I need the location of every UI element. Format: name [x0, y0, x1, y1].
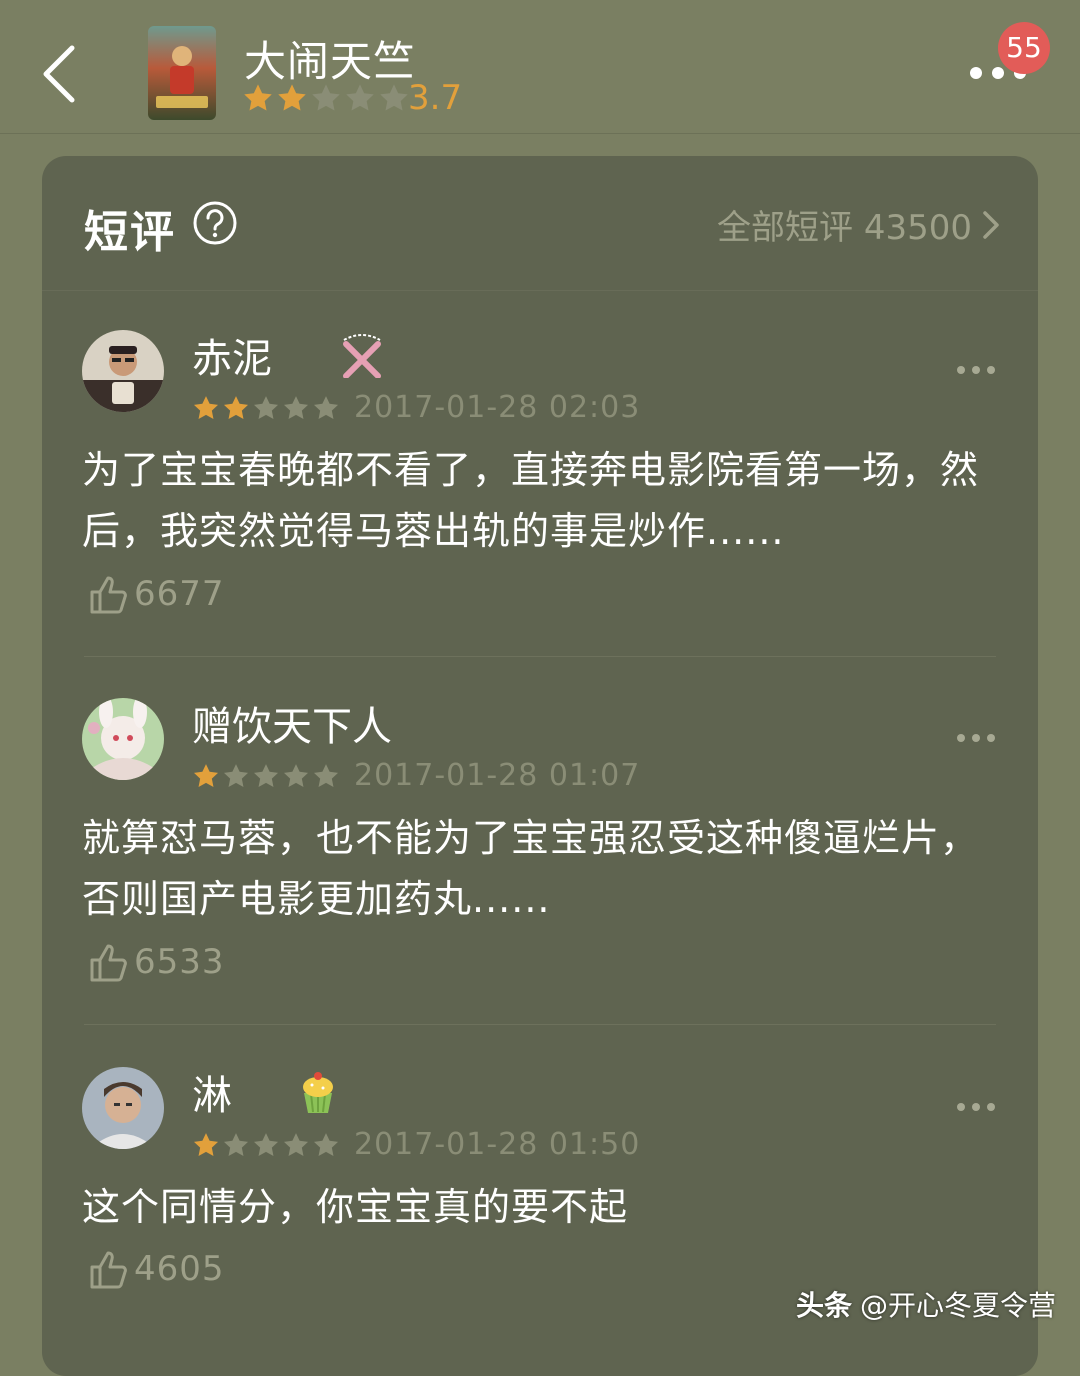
review-text: 为了宝宝春晚都不看了，直接奔电影院看第一场，然后，我突然觉得马蓉出轨的事是炒作.… — [82, 448, 980, 553]
star-empty-icon — [223, 763, 249, 787]
movie-score: 3.7 — [408, 78, 463, 118]
review-username[interactable]: 赠饮天下人 — [192, 694, 392, 752]
cupcake-icon — [294, 1067, 342, 1115]
review-more-button[interactable] — [954, 360, 998, 380]
avatar[interactable] — [82, 698, 164, 780]
review-text: 这个同情分，你宝宝真的要不起 — [82, 1185, 629, 1229]
all-reviews-link[interactable]: 全部短评 43500 — [717, 200, 1002, 249]
review-rating-stars — [192, 394, 340, 422]
review-rating-stars — [192, 762, 340, 790]
watermark-handle: @开心冬夏令营 — [859, 1289, 1056, 1322]
review-date: 2017-01-28 02:03 — [354, 390, 641, 425]
star-empty-icon — [380, 84, 408, 111]
movie-poster[interactable] — [148, 26, 216, 120]
like-count: 4605 — [134, 1249, 225, 1289]
star-empty-icon — [346, 84, 374, 111]
chevron-right-icon — [983, 210, 999, 239]
star-filled-icon — [193, 763, 219, 787]
review-meta: 2017-01-28 02:03 — [192, 390, 640, 425]
thumbs-up-icon — [90, 1251, 127, 1289]
star-empty-icon — [313, 1132, 339, 1156]
star-empty-icon — [253, 1132, 279, 1156]
top-bar: 大闹天竺 3.7 55 — [0, 0, 1080, 134]
review-more-button[interactable] — [954, 1097, 998, 1117]
chevron-left-icon — [43, 45, 75, 103]
like-count: 6533 — [134, 942, 225, 982]
like-button[interactable]: 6533 — [86, 940, 225, 984]
star-empty-icon — [283, 1132, 309, 1156]
all-reviews-label: 全部短评 43500 — [717, 208, 972, 248]
help-button[interactable] — [192, 200, 238, 246]
more-dots-icon — [957, 734, 995, 742]
divider — [42, 290, 1038, 291]
review-text: 就算怼马蓉，也不能为了宝宝强忍受这种傻逼烂片，否则国产电影更加药丸...... — [82, 816, 980, 921]
star-filled-icon — [278, 84, 306, 111]
review-date: 2017-01-28 01:07 — [354, 758, 641, 793]
more-dots-icon — [957, 1103, 995, 1111]
star-empty-icon — [223, 1132, 249, 1156]
star-empty-icon — [253, 763, 279, 787]
short-reviews-card: 短评 全部短评 43500 赤泥 2017-01-28 02:03 为了宝宝春晚… — [42, 156, 1038, 1376]
review-meta: 2017-01-28 01:07 — [192, 758, 640, 793]
watermark: 头条 @开心冬夏令营 — [796, 1284, 1056, 1324]
thumbs-up-icon — [90, 944, 127, 982]
star-empty-icon — [313, 395, 339, 419]
star-empty-icon — [283, 395, 309, 419]
review-rating-stars — [192, 1131, 340, 1159]
like-button[interactable]: 4605 — [86, 1247, 225, 1291]
watermark-brand: 头条 — [795, 1289, 852, 1322]
movie-title: 大闹天竺 — [244, 37, 417, 86]
review-more-button[interactable] — [954, 728, 998, 748]
avatar[interactable] — [82, 330, 164, 412]
back-button[interactable] — [30, 36, 90, 112]
avatar[interactable] — [82, 1067, 164, 1149]
more-dots-icon — [957, 366, 995, 374]
poster-image — [148, 26, 216, 120]
divider — [84, 1024, 996, 1025]
thumbs-up-icon — [90, 576, 127, 614]
section-title: 短评 — [84, 207, 176, 258]
like-button[interactable]: 6677 — [86, 572, 225, 616]
question-circle-icon — [193, 201, 237, 245]
star-empty-icon — [283, 763, 309, 787]
review-meta: 2017-01-28 01:50 — [192, 1127, 640, 1162]
star-empty-icon — [253, 395, 279, 419]
like-count: 6677 — [134, 574, 225, 614]
star-filled-icon — [193, 1132, 219, 1156]
review-date: 2017-01-28 01:50 — [354, 1127, 641, 1162]
notification-badge: 55 — [998, 22, 1050, 74]
star-empty-icon — [312, 84, 340, 111]
divider — [84, 656, 996, 657]
movie-rating-stars — [242, 82, 410, 114]
crossed-nunchucks-icon — [338, 330, 386, 379]
star-filled-icon — [193, 395, 219, 419]
star-empty-icon — [313, 763, 339, 787]
review-username[interactable]: 淋 — [192, 1063, 232, 1121]
star-filled-icon — [244, 84, 272, 111]
review-username[interactable]: 赤泥 — [192, 326, 272, 384]
star-filled-icon — [223, 395, 249, 419]
